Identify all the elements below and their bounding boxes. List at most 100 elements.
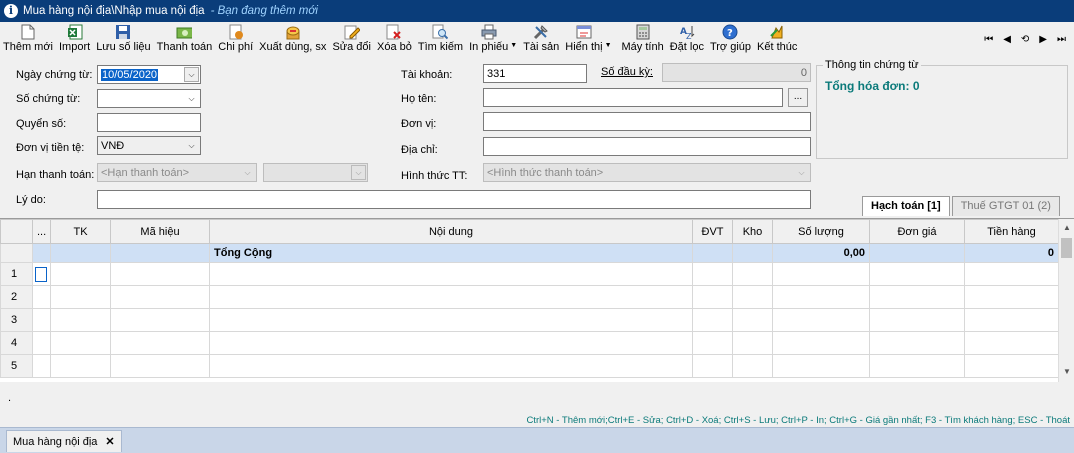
column-header-select[interactable]: ... [32,219,51,244]
refresh-icon[interactable]: ⟲ [1021,34,1029,45]
column-header-so-luong[interactable]: Số lượng [772,219,870,244]
column-header-don-gia[interactable]: Đơn giá [869,219,965,244]
don-vi-tien-te-select[interactable]: VNĐ ⌵ [97,136,201,155]
payment-term-dropdown-icon[interactable]: ⌵ [240,165,255,180]
don-vi-field[interactable] [483,112,811,131]
export-usage-button[interactable]: Xuất dùng, sx [256,22,329,60]
grid-cell[interactable] [964,354,1059,378]
grid-cell[interactable] [732,308,773,332]
column-header-noi-dung[interactable]: Nội dung [209,219,693,244]
grid-cell[interactable] [772,262,870,286]
grid-cell[interactable] [50,308,111,332]
table-row[interactable]: 1 [0,262,1059,286]
currency-dropdown-icon[interactable]: ⌵ [184,138,199,153]
payment-button[interactable]: Thanh toán [154,22,216,60]
last-record-icon[interactable]: ⏭ [1057,34,1066,45]
payment-method-dropdown-icon[interactable]: ⌵ [794,165,809,180]
table-row[interactable]: 5 [0,354,1059,378]
column-header-tk[interactable]: TK [50,219,111,244]
grid-cell[interactable] [732,331,773,355]
filter-button[interactable]: AZ Đặt lọc [667,22,707,60]
next-record-icon[interactable]: ▶ [1039,34,1047,45]
grid-cell[interactable] [772,354,870,378]
grid-cell[interactable] [110,262,210,286]
so-dau-ky-link[interactable]: Số đầu kỳ: [601,66,653,78]
new-button[interactable]: Thêm mới [0,22,56,60]
grid-cell[interactable] [32,285,51,309]
column-header-dvt[interactable]: ĐVT [692,219,733,244]
print-button[interactable]: In phiếu ▼ [466,22,520,60]
exit-button[interactable]: Kết thúc [754,22,800,60]
grid-cell[interactable] [869,262,965,286]
grid-cell[interactable] [50,262,111,286]
grid-cell[interactable] [209,285,693,309]
grid-cell[interactable] [110,308,210,332]
grid-cell[interactable] [209,262,693,286]
grid-cell[interactable] [32,354,51,378]
grid-cell[interactable] [32,331,51,355]
ngay-chung-tu-field[interactable]: 10/05/2020 ⌵ [97,65,201,84]
grid-cell[interactable] [110,285,210,309]
help-button[interactable]: ? Trợ giúp [707,22,754,60]
tab-hach-toan[interactable]: Hạch toán [1] [862,196,950,216]
assets-button[interactable]: Tài sản [520,22,562,60]
document-tab-mua-hang[interactable]: Mua hàng nội địa ✕ [6,430,122,452]
grid-cell[interactable] [964,262,1059,286]
grid-cell[interactable] [869,308,965,332]
previous-record-icon[interactable]: ◀ [1003,34,1011,45]
grid-cell[interactable] [110,331,210,355]
ly-do-field[interactable] [97,190,811,209]
display-dropdown-arrow-icon[interactable]: ▼ [605,42,612,49]
import-button[interactable]: Import [56,22,93,60]
grid-cell[interactable] [209,354,693,378]
grid-cell[interactable] [732,262,773,286]
first-record-icon[interactable]: ⏮ [984,34,993,45]
tai-khoan-field[interactable]: 331 [483,64,587,83]
close-icon[interactable]: ✕ [105,435,114,448]
so-chung-tu-dropdown-icon[interactable]: ⌵ [184,91,199,106]
grid-cell[interactable] [50,285,111,309]
grid-cell[interactable] [50,354,111,378]
grid-cell[interactable] [110,354,210,378]
grid-cell[interactable] [732,354,773,378]
save-button[interactable]: Lưu số liệu [93,22,153,60]
scrollbar-thumb[interactable] [1061,238,1072,258]
column-header-ma-hieu[interactable]: Mã hiệu [110,219,210,244]
grid-cell[interactable] [209,308,693,332]
table-row[interactable]: 2 [0,285,1059,309]
delete-button[interactable]: Xóa bỏ [374,22,415,60]
quyen-so-field[interactable] [97,113,201,132]
grid-cell[interactable] [692,262,733,286]
print-dropdown-arrow-icon[interactable]: ▼ [510,42,517,49]
edit-button[interactable]: Sửa đổi [329,22,374,60]
ho-ten-field[interactable] [483,88,783,107]
dia-chi-field[interactable] [483,137,811,156]
grid-cell[interactable] [692,285,733,309]
grid-cell[interactable] [692,331,733,355]
grid-cell[interactable] [869,331,965,355]
grid-cell[interactable] [772,285,870,309]
grid-cell[interactable] [869,285,965,309]
grid-cell[interactable] [209,331,693,355]
grid-cell[interactable] [964,308,1059,332]
calculator-button[interactable]: Máy tính [619,22,667,60]
scroll-down-icon[interactable]: ▼ [1059,367,1074,381]
cost-button[interactable]: Chi phí [215,22,256,60]
ho-ten-lookup-button[interactable]: ... [788,88,808,107]
table-row[interactable]: 3 [0,308,1059,332]
search-button[interactable]: Tìm kiếm [415,22,466,60]
grid-cell[interactable] [772,331,870,355]
column-header-tien-hang[interactable]: Tiền hàng [964,219,1059,244]
payment-term-date-dropdown-icon[interactable]: ⌵ [351,165,366,180]
grid-cell[interactable] [964,331,1059,355]
active-cell-checkbox-icon[interactable] [35,266,47,282]
so-chung-tu-field[interactable]: ⌵ [97,89,201,108]
grid-cell[interactable] [32,308,51,332]
column-header-kho[interactable]: Kho [732,219,773,244]
grid-cell[interactable] [772,308,870,332]
scroll-up-icon[interactable]: ▲ [1059,223,1074,237]
grid-cell[interactable] [50,331,111,355]
han-thanh-toan-date-select[interactable]: ⌵ [263,163,368,182]
grid-vertical-scrollbar[interactable]: ▲ ▼ [1058,219,1074,382]
grid-cell[interactable] [32,262,51,286]
